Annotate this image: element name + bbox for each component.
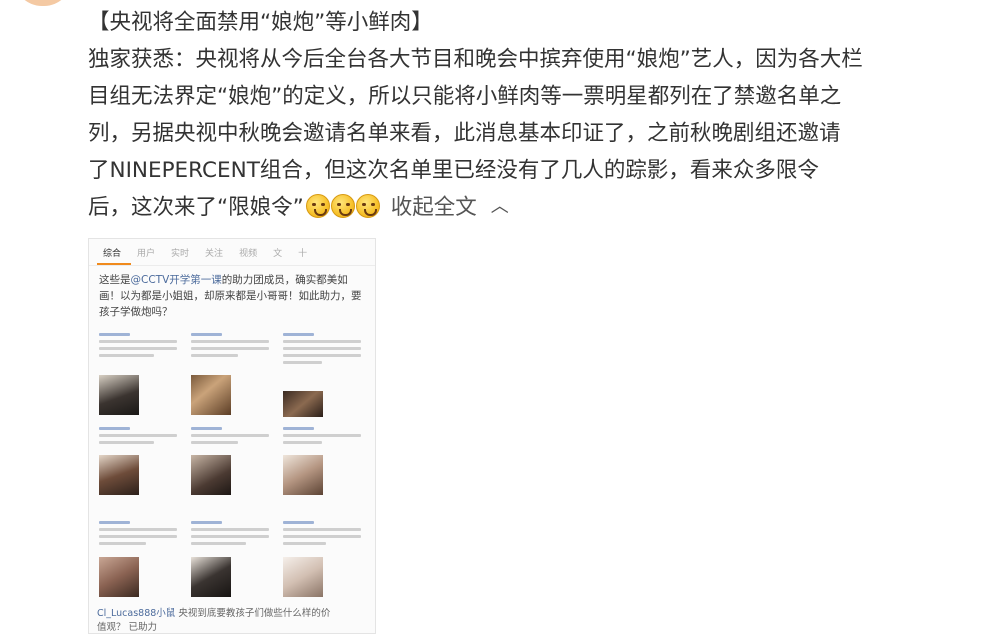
person-photo: [283, 455, 323, 495]
image-footer-text: Cl_Lucas888小鼠 央视到底要教孩子们做些什么样的价 值观？ 已助力: [97, 607, 369, 633]
post-line: 独家获悉：央视将从今后全台各大节目和晚会中摈弃使用“娘炮”艺人，因为各大栏: [88, 47, 863, 72]
footer-mention: Cl_Lucas888小鼠: [97, 608, 176, 619]
post-line: 了NINEPERCENT组合，但这次名单里已经没有了几人的踪影，看来众多限令: [88, 158, 819, 183]
grid-cell: [187, 515, 275, 608]
person-photo: [283, 557, 323, 597]
post-last-line: 后，这次来了“限娘令” 收起全文 ︿: [88, 189, 968, 226]
grid-cell: [279, 421, 367, 514]
chevron-up-icon[interactable]: ︿: [491, 188, 509, 225]
image-tab: 用户: [137, 249, 156, 259]
person-photo: [99, 375, 139, 415]
grid-cell: [95, 421, 183, 514]
attached-image[interactable]: 综合 用户 实时 关注 视频 文 十 这些是@CCTV开学第一课的助力团成员，确…: [88, 238, 376, 634]
avatar[interactable]: [14, 0, 72, 6]
person-photo: [191, 557, 231, 597]
image-tab: 十: [298, 249, 308, 259]
grid-cell: [279, 515, 367, 608]
image-quote: 这些是@CCTV开学第一课的助力团成员，确实都美如画！以为都是小姐姐，却原来都是…: [89, 266, 375, 324]
image-tab: 关注: [205, 249, 224, 259]
image-tab: 文: [273, 249, 283, 259]
post-line: 列，另据央视中秋晚会邀请名单来看，此消息基本印证了，之前秋晚剧组还邀请: [88, 121, 841, 146]
grid-cell: [95, 515, 183, 608]
footer-text-line2: 值观？ 已助力: [97, 622, 158, 633]
crying-face-emoji-icon: [355, 194, 380, 218]
crying-face-emoji-icon: [305, 194, 330, 218]
quote-mention: @CCTV开学第一课: [130, 274, 222, 286]
post-line: 后，这次来了“限娘令”: [88, 195, 304, 220]
person-photo: [283, 391, 323, 417]
image-photo-grid: [95, 327, 369, 607]
collapse-text-link[interactable]: 收起全文: [391, 195, 477, 220]
grid-cell: [187, 421, 275, 514]
image-tab-bar: 综合 用户 实时 关注 视频 文 十: [89, 239, 375, 266]
image-tab: 实时: [171, 249, 190, 259]
grid-cell: [279, 327, 367, 420]
person-photo: [191, 455, 231, 495]
grid-cell: [95, 327, 183, 420]
image-tab: 视频: [239, 249, 258, 259]
emoji-group: [305, 193, 381, 230]
post-title: 【央视将全面禁用“娘炮”等小鲜肉】: [88, 10, 433, 35]
person-photo: [99, 557, 139, 597]
person-photo: [99, 455, 139, 495]
quote-prefix: 这些是: [99, 274, 131, 286]
person-photo: [191, 375, 231, 415]
grid-cell: [187, 327, 275, 420]
crying-face-emoji-icon: [330, 194, 355, 218]
image-tab: 综合: [97, 239, 132, 265]
post-content: 【央视将全面禁用“娘炮”等小鲜肉】 独家获悉：央视将从今后全台各大节目和晚会中摈…: [88, 4, 968, 226]
footer-text: 央视到底要教孩子们做些什么样的价: [178, 608, 331, 619]
post-line: 目组无法界定“娘炮”的定义，所以只能将小鲜肉等一票明星都列在了禁邀名单之: [88, 84, 842, 109]
